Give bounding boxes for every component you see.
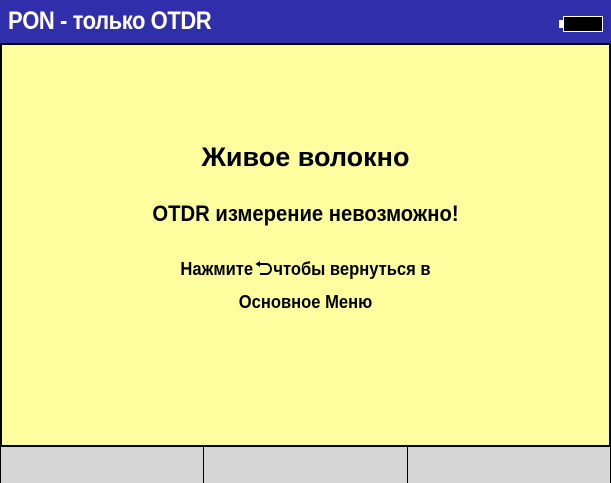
screen: PON - только OTDR Живое волокно OTDR изм… <box>0 0 611 483</box>
softkey-bar <box>0 447 611 483</box>
title-bar: PON - только OTDR <box>0 0 611 45</box>
softkey-1[interactable] <box>0 447 205 483</box>
instruction-text-after-icon: чтобы вернуться в <box>273 259 431 279</box>
message-subheading: OTDR измерение невозможно! <box>152 201 459 226</box>
instruction-line-2: Основное Меню <box>238 292 373 312</box>
battery-icon <box>559 16 603 32</box>
message-panel: Живое волокно OTDR измерение невозможно!… <box>0 45 611 447</box>
window-title: PON - только OTDR <box>8 7 212 35</box>
instruction-text-before-icon: Нажмите <box>180 259 254 279</box>
message-heading: Живое волокно <box>201 142 410 172</box>
softkey-2[interactable] <box>204 447 408 483</box>
instruction-line-1: Нажмите чтобы вернуться в <box>26 258 584 280</box>
softkey-3[interactable] <box>407 447 611 483</box>
back-arrow-icon <box>254 261 272 275</box>
